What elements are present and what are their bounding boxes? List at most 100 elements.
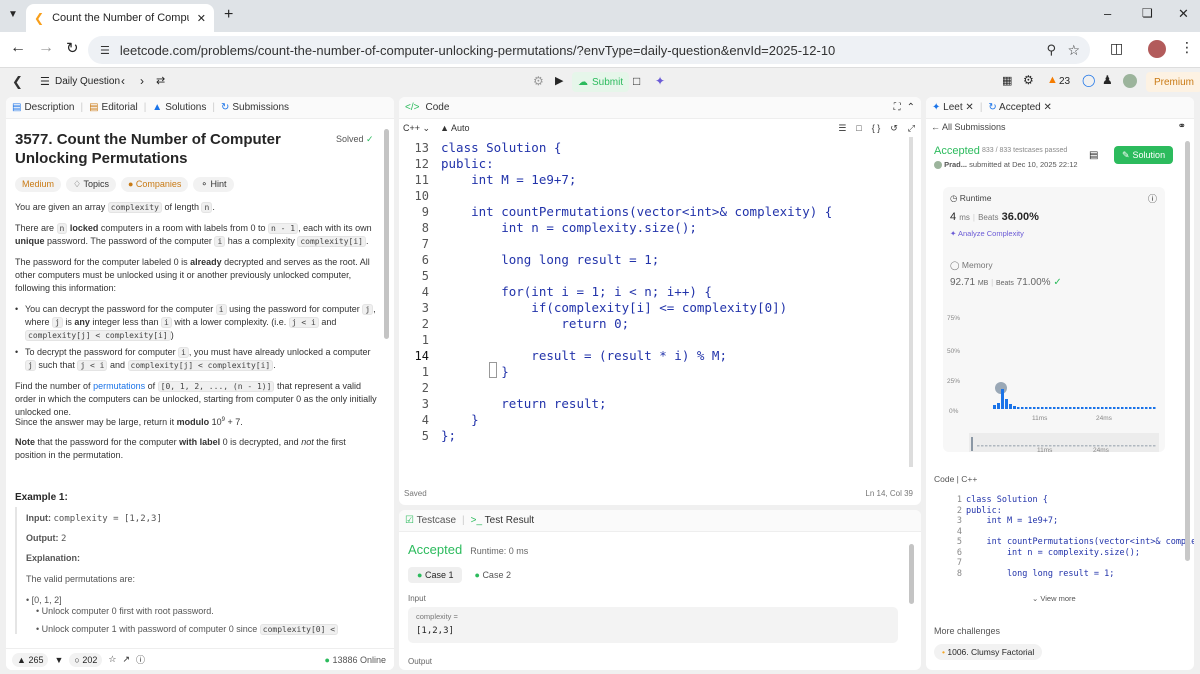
tab-accepted[interactable]: ↻ Accepted ✕ — [988, 102, 1052, 113]
distribution-bar[interactable] — [1057, 407, 1060, 409]
auto-mode[interactable]: ▲ Auto — [440, 123, 469, 133]
distribution-bar[interactable] — [1001, 389, 1004, 409]
distribution-bar[interactable] — [1041, 407, 1044, 409]
distribution-bar[interactable] — [1017, 407, 1020, 409]
distribution-bar[interactable] — [1133, 407, 1136, 409]
distribution-bar[interactable] — [1149, 407, 1152, 409]
reset-icon[interactable]: ↺ — [890, 123, 898, 134]
distribution-bar[interactable] — [993, 405, 996, 409]
username[interactable]: Prad... — [944, 160, 967, 169]
all-submissions-link[interactable]: ← All Submissions — [931, 122, 1006, 132]
close-icon[interactable]: ✕ — [197, 12, 206, 25]
bookmark-icon[interactable]: □ — [856, 123, 861, 133]
help-icon[interactable]: ⓘ — [136, 653, 145, 666]
like-button[interactable]: ▲ 265 — [12, 652, 49, 667]
distribution-bar[interactable] — [1033, 407, 1036, 409]
solution-button[interactable]: ✎ Solution — [1114, 146, 1174, 164]
distribution-bar[interactable] — [1061, 407, 1064, 409]
debug-icon[interactable]: ⚙ — [533, 74, 544, 88]
add-friend-icon[interactable]: ♟ — [1102, 73, 1113, 87]
case-2-tab[interactable]: ● Case 2 — [474, 567, 510, 583]
prev-problem-icon[interactable]: ‹ — [121, 74, 125, 88]
restore-icon[interactable]: ❏ — [1142, 6, 1153, 20]
tab-testcase[interactable]: ☑ Testcase — [405, 515, 456, 526]
distribution-bar[interactable] — [1029, 407, 1032, 409]
distribution-bar[interactable] — [1077, 407, 1080, 409]
browser-tab[interactable]: ❮ Count the Number of Compute ✕ — [26, 4, 214, 32]
code-line[interactable]: }; — [441, 428, 456, 443]
distribution-bar[interactable] — [1137, 407, 1140, 409]
test-scrollbar[interactable] — [909, 544, 914, 604]
code-line[interactable]: if(complexity[i] <= complexity[0]) — [441, 300, 787, 315]
distribution-bar[interactable] — [1013, 406, 1016, 409]
mini-range-track[interactable] — [969, 433, 1159, 452]
ai-sparkle-icon[interactable]: ✦ — [655, 74, 665, 88]
zoom-icon[interactable]: ⚲ — [1046, 42, 1056, 58]
tab-test-result[interactable]: >_ Test Result — [471, 515, 534, 526]
streak-count[interactable]: 23 — [1059, 76, 1070, 87]
daily-question-link[interactable]: Daily Question — [55, 76, 120, 87]
reload-icon[interactable]: ↻ — [66, 39, 79, 57]
runtime-distribution-chart[interactable]: 75% 50% 25% 0% 11ms 24ms 11ms 24ms — [943, 187, 1165, 452]
code-line[interactable]: int n = complexity.size(); — [441, 220, 697, 235]
case-1-tab[interactable]: ● Case 1 — [408, 567, 463, 583]
settings-gear-icon[interactable]: ⚙ — [1023, 73, 1034, 87]
distribution-bar[interactable] — [1141, 407, 1144, 409]
favorite-star-icon[interactable]: ☆ — [108, 654, 116, 665]
code-line[interactable]: } — [441, 364, 509, 379]
distribution-bar[interactable] — [1105, 407, 1108, 409]
view-more-button[interactable]: ⌄ View more — [1032, 594, 1076, 603]
menu-kebab-icon[interactable]: ⋮ — [1180, 39, 1194, 56]
difficulty-badge[interactable]: Medium — [15, 177, 62, 192]
notes-icon[interactable]: □ — [633, 74, 640, 88]
distribution-bar[interactable] — [1065, 407, 1068, 409]
scrollbar[interactable] — [384, 129, 389, 339]
bookmark-star-icon[interactable]: ☆ — [1067, 42, 1080, 59]
collapse-icon[interactable]: ⌃ — [907, 102, 915, 113]
next-problem-icon[interactable]: › — [140, 74, 144, 88]
distribution-bar[interactable] — [1153, 407, 1156, 409]
hint-tag[interactable]: ⚬ Hint — [193, 177, 234, 192]
dislike-button[interactable]: ▼ — [54, 655, 63, 665]
distribution-bar[interactable] — [1049, 407, 1052, 409]
distribution-bar[interactable] — [1125, 407, 1128, 409]
tab-list-chevron-icon[interactable]: ▼ — [8, 9, 18, 20]
distribution-bar[interactable] — [1129, 407, 1132, 409]
site-info-icon[interactable]: ☰ — [100, 44, 110, 57]
close-window-icon[interactable]: ✕ — [1178, 6, 1189, 22]
layout-icon[interactable]: ▦ — [1002, 74, 1012, 87]
distribution-bar[interactable] — [1009, 404, 1012, 409]
back-icon[interactable]: ← — [10, 39, 26, 57]
distribution-bar[interactable] — [1101, 407, 1104, 409]
share-icon[interactable]: ↗ — [122, 654, 130, 665]
code-line[interactable]: for(int i = 1; i < n; i++) { — [441, 284, 712, 299]
code-line[interactable]: result = (result * i) % M; — [441, 348, 727, 363]
distribution-bar[interactable] — [1093, 407, 1096, 409]
distribution-bar[interactable] — [1069, 407, 1072, 409]
braces-icon[interactable]: { } — [872, 123, 881, 133]
distribution-bar[interactable] — [1045, 407, 1048, 409]
distribution-bar[interactable] — [1085, 407, 1088, 409]
distribution-bar[interactable] — [1053, 407, 1056, 409]
distribution-bar[interactable] — [1081, 407, 1084, 409]
code-line[interactable]: } — [441, 412, 479, 427]
comments-button[interactable]: ○ 202 — [69, 652, 103, 667]
distribution-bar[interactable] — [1145, 407, 1148, 409]
shuffle-icon[interactable]: ⇄ — [156, 74, 165, 87]
distribution-bar[interactable] — [1121, 407, 1124, 409]
distribution-bar[interactable] — [1117, 407, 1120, 409]
distribution-bar[interactable] — [1037, 407, 1040, 409]
submission-scrollbar[interactable] — [1185, 141, 1190, 561]
distribution-bar[interactable] — [1025, 407, 1028, 409]
minimize-icon[interactable]: – — [1104, 6, 1111, 21]
notes-icon[interactable]: ▤ — [1089, 150, 1098, 161]
premium-button[interactable]: Premium — [1146, 72, 1200, 92]
new-tab-icon[interactable]: + — [224, 6, 233, 24]
tab-solutions[interactable]: ▲ Solutions — [152, 102, 206, 113]
code-line[interactable]: return result; — [441, 396, 606, 411]
extensions-icon[interactable]: ◫ — [1110, 40, 1123, 57]
challenge-item[interactable]: • 1006. Clumsy Factorial — [934, 644, 1043, 660]
topics-tag[interactable]: ♢ Topics — [66, 177, 116, 192]
distribution-bar[interactable] — [1073, 407, 1076, 409]
problem-list-icon[interactable]: ☰ — [40, 75, 50, 88]
